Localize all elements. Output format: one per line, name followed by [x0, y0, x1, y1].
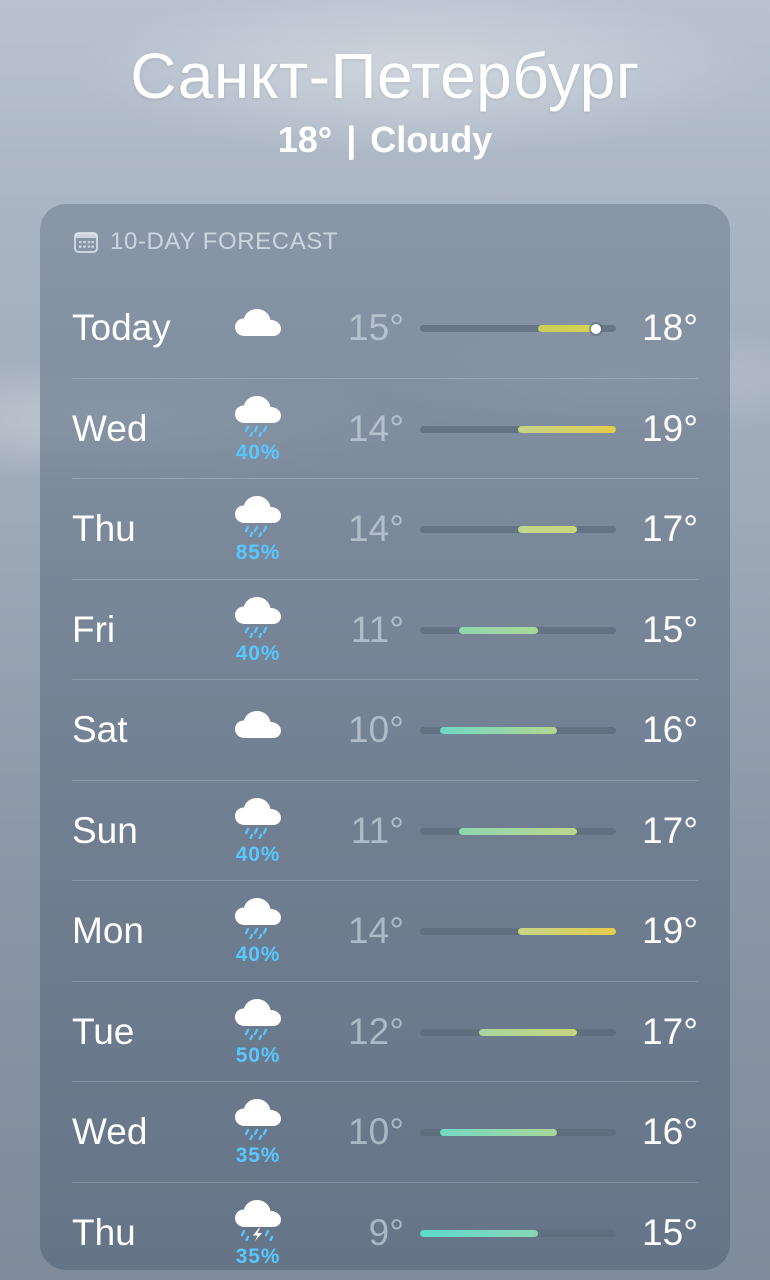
forecast-day-label: Sun [72, 809, 138, 851]
high-temperature: 15° [642, 1211, 698, 1253]
forecast-row: Thu 85% 14° 17° [72, 479, 698, 580]
forecast-day-label: Mon [72, 910, 144, 951]
precipitation-chance: 85% [235, 541, 281, 564]
temperature-range-bar [420, 626, 616, 634]
precipitation-chance: 40% [235, 440, 281, 464]
precipitation-chance: 35% [235, 1144, 281, 1167]
high-temperature: 19° [642, 407, 698, 449]
cloud-rain-icon [232, 594, 284, 638]
precipitation-chance: 40% [235, 842, 281, 866]
low-temperature: 11° [350, 608, 404, 650]
high-temperature: 16° [642, 1111, 698, 1152]
temperature-range-fill [518, 928, 616, 935]
current-temperature: 18° [277, 119, 333, 160]
forecast-rows: Today 15° 18° Wed 40% 14° 19° Thu 85% 14° 17° Fri 40… [72, 278, 698, 1270]
temperature-range-fill [459, 827, 577, 835]
low-temperature: 9° [368, 1211, 404, 1253]
forecast-card-title: 10-DAY FORECAST [110, 228, 339, 255]
calendar-icon [74, 232, 98, 253]
city-name: Санкт-Петербург [130, 40, 640, 112]
temperature-range-fill [537, 325, 597, 332]
cloud-rain-icon [232, 393, 284, 437]
high-temperature: 16° [642, 709, 698, 750]
low-temperature: 10° [348, 1111, 404, 1152]
temperature-range-bar [420, 727, 616, 734]
forecast-day-label: Thu [72, 1211, 136, 1253]
cloud-rain-icon [232, 895, 284, 940]
summary-separator: | [346, 119, 357, 160]
temperature-range-bar [420, 526, 616, 533]
low-temperature: 15° [348, 307, 404, 348]
temperature-range-fill [459, 626, 538, 634]
current-temperature-marker [591, 323, 602, 334]
forecast-day-label: Fri [72, 608, 116, 650]
forecast-row: Sun 40% 11° 17° [72, 781, 698, 881]
forecast-day-label: Tue [72, 1010, 135, 1052]
forecast-day-label: Wed [72, 407, 148, 449]
temperature-range-fill [518, 425, 616, 433]
temperature-range-bar [420, 1129, 616, 1136]
current-summary: 18° | Cloudy [0, 118, 770, 162]
low-temperature: 14° [348, 407, 404, 449]
forecast-row: Thu 35% 9° 15° [72, 1183, 698, 1271]
cloud-icon [232, 306, 284, 350]
forecast-row: Tue 50% 12° 17° [72, 982, 698, 1082]
forecast-day-label: Wed [72, 1111, 148, 1152]
temperature-range-fill [518, 526, 577, 533]
temperature-range-fill [420, 1229, 538, 1237]
low-temperature: 14° [348, 508, 404, 549]
temperature-range-fill [439, 727, 558, 734]
cloud-icon [232, 708, 284, 752]
forecast-row: Today 15° 18° [72, 278, 698, 379]
cloud-rain-icon [232, 996, 284, 1040]
temperature-range-bar [420, 928, 616, 935]
precipitation-chance: 35% [235, 1244, 281, 1268]
precipitation-chance: 40% [235, 943, 281, 966]
high-temperature: 17° [642, 809, 698, 851]
precipitation-chance: 40% [235, 641, 281, 665]
low-temperature: 12° [348, 1010, 404, 1052]
low-temperature: 11° [350, 809, 404, 851]
temperature-range-bar [420, 1229, 616, 1237]
forecast-row: Wed 40% 14° 19° [72, 379, 698, 479]
high-temperature: 17° [642, 1010, 698, 1052]
forecast-card-header: 10-DAY FORECAST [74, 228, 338, 256]
precipitation-chance: 50% [235, 1043, 281, 1067]
forecast-day-label: Thu [72, 508, 136, 549]
temperature-range-bar [420, 1028, 616, 1036]
low-temperature: 14° [348, 910, 404, 951]
ten-day-forecast-card[interactable]: 10-DAY FORECAST Today 15° 18° Wed 40% 14° 19° T… [40, 204, 730, 1270]
cloud-bolt-rain-icon [232, 1197, 284, 1241]
current-condition: Cloudy [370, 119, 493, 160]
temperature-range-fill [478, 1028, 577, 1036]
forecast-row: Wed 35% 10° 16° [72, 1082, 698, 1183]
temperature-range-bar [420, 827, 616, 835]
forecast-row: Mon 40% 14° 19° [72, 881, 698, 982]
temperature-range-bar [420, 425, 616, 433]
forecast-day-label: Today [72, 307, 171, 348]
temperature-range-fill [439, 1129, 558, 1136]
temperature-range-bar [420, 323, 616, 334]
high-temperature: 19° [642, 910, 698, 951]
cloud-rain-icon [232, 795, 284, 839]
high-temperature: 15° [642, 608, 698, 650]
location-header: Санкт-Петербург 18° | Cloudy [0, 38, 770, 162]
high-temperature: 18° [642, 307, 698, 348]
high-temperature: 17° [642, 508, 698, 549]
low-temperature: 10° [348, 709, 404, 750]
forecast-row: Sat 10° 16° [72, 680, 698, 781]
forecast-row: Fri 40% 11° 15° [72, 580, 698, 680]
cloud-rain-icon [232, 493, 284, 538]
cloud-rain-icon [232, 1096, 284, 1141]
forecast-day-label: Sat [72, 709, 128, 750]
